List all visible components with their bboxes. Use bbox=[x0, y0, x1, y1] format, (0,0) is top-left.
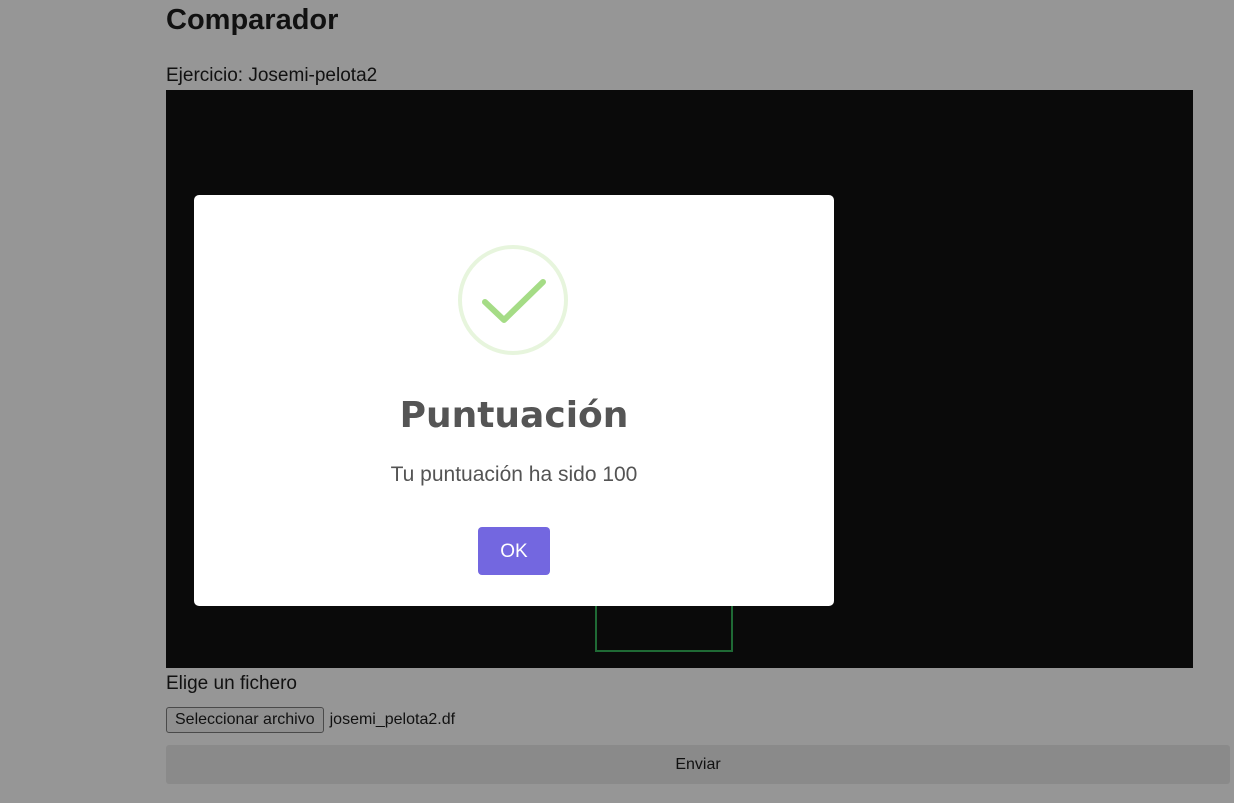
page-title: Comparador bbox=[166, 4, 339, 36]
exercise-label: Ejercicio: Josemi-pelota2 bbox=[166, 65, 378, 86]
page: Comparador Ejercicio: Josemi-pelota2 Eli… bbox=[0, 0, 1234, 803]
score-modal: Puntuación Tu puntuación ha sido 100 OK bbox=[194, 195, 834, 606]
modal-title: Puntuación bbox=[399, 395, 629, 436]
selected-file-name: josemi_pelota2.df bbox=[329, 711, 456, 728]
modal-message: Tu puntuación ha sido 100 bbox=[390, 463, 638, 486]
select-file-button[interactable]: Seleccionar archivo bbox=[166, 707, 324, 733]
submit-button[interactable]: Enviar bbox=[166, 745, 1230, 784]
canvas-shape bbox=[595, 600, 733, 652]
ok-button[interactable]: OK bbox=[478, 527, 550, 575]
checkmark-success-icon bbox=[458, 245, 568, 355]
file-input[interactable]: Seleccionar archivo josemi_pelota2.df bbox=[166, 707, 455, 733]
file-input-label: Elige un fichero bbox=[166, 673, 297, 694]
